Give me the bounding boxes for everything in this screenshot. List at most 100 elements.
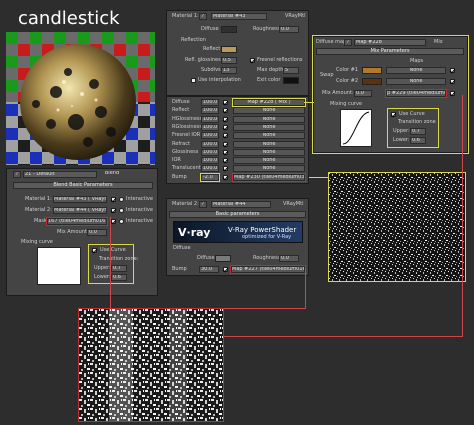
material44-name-field[interactable]: Material #44 (211, 201, 271, 208)
mix-amount-field[interactable]: 0.0 (354, 90, 372, 97)
upper-field[interactable]: 0.7 (111, 265, 127, 272)
material1-interactive-radio[interactable] (119, 197, 124, 202)
diffuse-color-swatch[interactable] (221, 26, 237, 33)
material2-button[interactable]: Material #44 ( VRayMtl ) (53, 207, 107, 214)
mix-lower-field[interactable]: 0.6 (410, 137, 426, 144)
connector-line (305, 268, 306, 308)
map-slot-label: Translucent (172, 165, 201, 172)
material2-interactive-label: Interactive (126, 207, 153, 213)
material43-name-field[interactable]: Material #43 (211, 13, 267, 20)
use-interpolation-label: Use interpolation (198, 77, 241, 83)
color1-enable-checkbox[interactable] (450, 68, 455, 73)
mix-upper-field[interactable]: 0.7 (410, 128, 426, 135)
material44-picker-button[interactable]: ⁄ (199, 201, 207, 208)
map-slot-label: Reflect (172, 107, 190, 114)
map-enable-checkbox[interactable] (223, 100, 228, 105)
use-curve-checkbox[interactable] (92, 248, 97, 253)
color1-swatch[interactable] (362, 67, 382, 74)
basic-parameters-rollout[interactable]: Basic parameters (169, 211, 306, 218)
map-enable-checkbox[interactable] (223, 158, 228, 164)
blend-basic-parameters-rollout[interactable]: Blend Basic Parameters (13, 182, 153, 189)
bump-amount-field[interactable]: -2.0 (200, 173, 220, 182)
mix-picker-button[interactable]: ⁄ (344, 39, 352, 46)
material-picker-button[interactable]: ⁄ (13, 171, 21, 178)
map-enable-checkbox[interactable] (223, 149, 228, 155)
map-slot-button[interactable]: None (233, 140, 305, 148)
map-slot-button[interactable]: None (233, 132, 305, 140)
exit-color-swatch[interactable] (283, 77, 299, 84)
subdivs-field[interactable]: 13 (221, 67, 237, 74)
mask-map-button[interactable]: 167 (tile04medium016.jpg) (46, 217, 108, 226)
bump-amount-field[interactable]: 30.0 (199, 266, 219, 273)
map-slot-button[interactable]: None (233, 148, 305, 156)
map-slot-label: HGlossiness (172, 115, 203, 122)
upper-label: Upper: (94, 265, 111, 271)
mix-type-label[interactable]: Mix (434, 39, 443, 46)
max-depth-field[interactable]: 5 (283, 67, 299, 74)
map-slot-label: Diffuse (172, 99, 190, 105)
map-enable-checkbox[interactable] (223, 124, 228, 130)
roughness-label: Roughness (253, 26, 281, 32)
material2-enable-checkbox[interactable] (111, 208, 116, 213)
map-slot-button[interactable]: None (233, 157, 305, 165)
map-slot-button[interactable]: Map #228 ( Mix ) (232, 98, 306, 107)
mix-amount-enable-checkbox[interactable] (450, 91, 455, 96)
material2-interactive-radio[interactable] (119, 208, 124, 213)
bump-enable-checkbox[interactable] (223, 175, 228, 180)
material-name-field[interactable]: 21 - Default (23, 171, 97, 178)
mask-interactive-radio[interactable] (119, 219, 124, 224)
map-amount-field[interactable]: 100.0 (201, 115, 219, 123)
color2-map-button[interactable]: None (386, 78, 446, 85)
material-type-button[interactable]: Blend (101, 171, 123, 178)
material44-type-label[interactable]: VRayMtl (283, 201, 303, 208)
material43-picker-button[interactable]: ⁄ (199, 13, 207, 20)
map-slot-button[interactable]: None (233, 123, 305, 131)
bump-texture-preview (328, 172, 466, 282)
refl-gloss-field[interactable]: 0.5 (221, 57, 237, 64)
map-slot-button[interactable]: None (233, 107, 305, 115)
map-slot-label: Refract (172, 140, 190, 147)
mix-amount-field[interactable]: 0.0 (87, 229, 107, 236)
lower-field[interactable]: 0.6 (111, 274, 127, 281)
material1-button[interactable]: Material #43 ( VRayMtl ) (53, 196, 107, 203)
map-amount-field[interactable]: 100.0 (201, 148, 219, 156)
diffuse-color-swatch[interactable] (215, 255, 231, 262)
material2-label: Material 2: (25, 207, 52, 213)
reflect-color-swatch[interactable] (221, 46, 237, 53)
map-amount-field[interactable]: 100.0 (201, 99, 219, 106)
map-amount-field[interactable]: 100.0 (201, 165, 219, 173)
map-amount-field[interactable]: 100.0 (201, 157, 219, 165)
bump-map-button[interactable]: Map #230 (tile04medium033.jpg) (232, 173, 306, 182)
map-amount-field[interactable]: 100.0 (201, 140, 219, 148)
mix-parameters-rollout[interactable]: Mix Parameters (316, 48, 464, 55)
roughness-field[interactable]: 0.0 (279, 26, 299, 33)
map-enable-checkbox[interactable] (223, 141, 228, 147)
map-slot-button[interactable]: None (233, 165, 305, 173)
map-enable-checkbox[interactable] (223, 108, 228, 114)
color1-map-button[interactable]: None (386, 67, 446, 74)
bump-enable-checkbox[interactable] (223, 267, 228, 272)
map-slot-button[interactable]: None (233, 115, 305, 123)
map-enable-checkbox[interactable] (223, 166, 228, 172)
lower-label: Lower: (94, 274, 111, 280)
map-amount-field[interactable]: 100.0 (201, 123, 219, 131)
bump-map-button[interactable]: Map #227 (tile04medium016.jpg) (230, 265, 306, 274)
map-enable-checkbox[interactable] (223, 116, 228, 122)
use-interpolation-checkbox[interactable] (191, 78, 196, 83)
map-amount-field[interactable]: 100.0 (201, 107, 219, 115)
mix-use-curve-checkbox[interactable] (391, 112, 396, 117)
mix-amount-map-button[interactable]: p #229 (tile04medium016.jpg) (385, 89, 447, 98)
map-amount-field[interactable]: 100.0 (201, 132, 219, 140)
fresnel-label: Fresnel reflections (257, 57, 303, 63)
roughness-field[interactable]: 0.0 (279, 255, 299, 262)
color2-swatch[interactable] (362, 78, 382, 85)
material43-type-label[interactable]: VRayMtl (285, 13, 305, 20)
diffuse-label: Diffuse (197, 255, 215, 261)
color2-label: Color #2 (336, 78, 359, 84)
mask-enable-checkbox[interactable] (111, 219, 116, 224)
color2-enable-checkbox[interactable] (450, 79, 455, 84)
fresnel-checkbox[interactable] (250, 58, 255, 63)
mix-name-field[interactable]: Map #228 (354, 39, 426, 46)
material1-enable-checkbox[interactable] (111, 197, 116, 202)
map-enable-checkbox[interactable] (223, 133, 228, 139)
